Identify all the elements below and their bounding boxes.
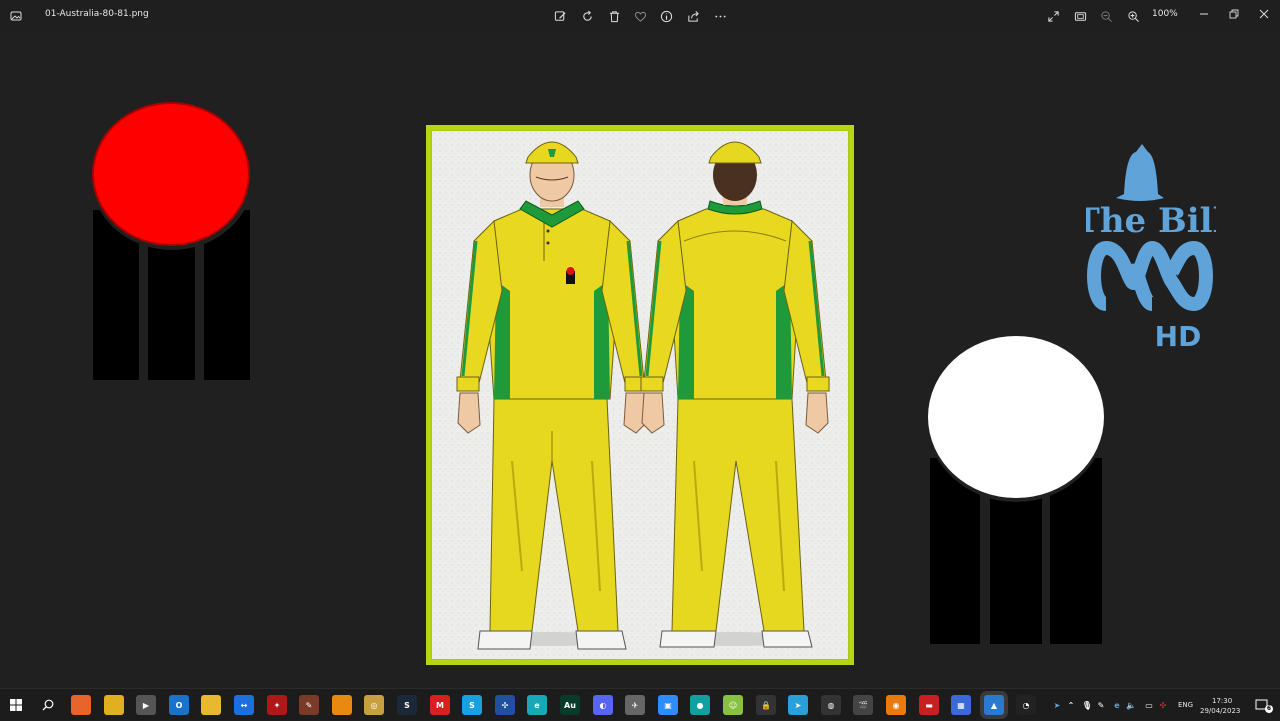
close-icon[interactable] (1250, 4, 1278, 24)
abc-loops-icon (1087, 240, 1213, 312)
clock-time[interactable]: 17:30 (1212, 697, 1232, 705)
network-app-icon[interactable]: ✣ (495, 695, 515, 715)
vlc-icon[interactable] (332, 695, 352, 715)
browser-app-icon[interactable]: ◍ (821, 695, 841, 715)
vpn-app-icon[interactable]: 🔒 (756, 695, 776, 715)
media-player-icon[interactable]: ▶ (136, 695, 156, 715)
notification-icon[interactable]: 6 (1252, 695, 1273, 715)
cursor-icon[interactable]: ➤ (1050, 695, 1064, 715)
image-canvas[interactable]: The Bill HD (0, 32, 1280, 688)
left-wicket-graphic (90, 100, 254, 382)
cricket-kit-illustration (432, 131, 848, 659)
edit-image-icon[interactable] (549, 6, 571, 26)
delete-icon[interactable] (603, 6, 625, 26)
skype-icon[interactable]: S (462, 695, 482, 715)
show-hidden-icons[interactable]: ⌃ (1064, 695, 1078, 715)
android-app-icon[interactable]: ☺ (723, 695, 743, 715)
fit-icon[interactable] (1069, 6, 1091, 26)
brush-app-icon[interactable]: ✎ (299, 695, 319, 715)
zoom-icon[interactable]: ▣ (658, 695, 678, 715)
expand-icon[interactable] (1042, 6, 1064, 26)
notification-count: 6 (1265, 705, 1273, 713)
restore-icon[interactable] (1220, 4, 1248, 24)
info-icon[interactable] (655, 6, 677, 26)
cricket-app-icon[interactable]: ◔ (1016, 695, 1036, 715)
sync-icon[interactable]: e (1110, 695, 1124, 715)
chrome-icon[interactable] (104, 695, 124, 715)
store-icon[interactable]: ▦ (951, 695, 971, 715)
file-name: 01-Australia-80-81.png (45, 9, 149, 19)
zoom-level[interactable]: 100% (1152, 9, 1178, 19)
settings-tray-icon[interactable]: ✣ (1156, 695, 1170, 715)
edge-icon[interactable]: e (527, 695, 547, 715)
blender-icon[interactable]: ◉ (886, 695, 906, 715)
photos-icon[interactable]: ▲ (984, 695, 1004, 715)
firefox-icon[interactable] (71, 695, 91, 715)
wicket-badge-icon (566, 267, 575, 284)
mega-icon[interactable]: M (430, 695, 450, 715)
taskbar: ▶ O ↔ ✦ ✎ ◎ S M S ✣ e Au ◐ ✈ ▣ ● ☺ 🔒 ➤ ◍ 🎬 ◉ ▬ ▦ ▲ ◔ ➤ ⌃ 🎙 ✎ e 🔈 … (0, 688, 1280, 721)
search-icon[interactable] (38, 695, 58, 715)
rotate-icon[interactable] (576, 6, 598, 26)
audition-icon[interactable]: Au (560, 695, 580, 715)
telegram-icon[interactable]: ➤ (788, 695, 808, 715)
bird-app-icon[interactable]: ✦ (267, 695, 287, 715)
white-ball (928, 336, 1104, 498)
discord-icon[interactable]: ◐ (593, 695, 613, 715)
microphone-icon[interactable]: 🎙 (1080, 695, 1094, 715)
the-bill-abc-logo: The Bill HD (1075, 144, 1226, 353)
favorite-icon[interactable] (629, 6, 651, 26)
share-icon[interactable] (682, 6, 704, 26)
file-explorer-icon[interactable] (201, 695, 221, 715)
minimize-icon[interactable] (1190, 4, 1218, 24)
logo-hd: HD (1155, 320, 1202, 353)
zoom-out-icon[interactable] (1095, 6, 1117, 26)
globe-app-icon[interactable]: ● (690, 695, 710, 715)
red-ball (92, 102, 250, 246)
video-app-icon[interactable]: 🎬 (853, 695, 873, 715)
right-wicket-graphic (926, 334, 1106, 646)
language-indicator[interactable]: ENG (1178, 701, 1193, 709)
clock-date[interactable]: 29/04/2023 (1200, 707, 1240, 715)
kit-image (426, 125, 854, 665)
title-bar: 01-Australia-80-81.png 100% (0, 0, 1280, 32)
network-icon[interactable]: ▭ (1142, 695, 1156, 715)
teamviewer-icon[interactable]: ↔ (234, 695, 254, 715)
more-icon[interactable] (709, 6, 731, 26)
sports-app-icon[interactable]: ◎ (364, 695, 384, 715)
volume-icon[interactable]: 🔈 (1124, 695, 1138, 715)
zoom-in-icon[interactable] (1122, 6, 1144, 26)
channel-logo: The Bill HD (1075, 144, 1226, 354)
outlook-icon[interactable]: O (169, 695, 189, 715)
start-icon[interactable] (6, 695, 26, 715)
photos-app-icon (6, 6, 26, 26)
logo-title: The Bill (1086, 201, 1216, 241)
steam-icon[interactable]: S (397, 695, 417, 715)
plane-app-icon[interactable]: ✈ (625, 695, 645, 715)
pen-icon[interactable]: ✎ (1094, 695, 1108, 715)
red-app-icon[interactable]: ▬ (919, 695, 939, 715)
